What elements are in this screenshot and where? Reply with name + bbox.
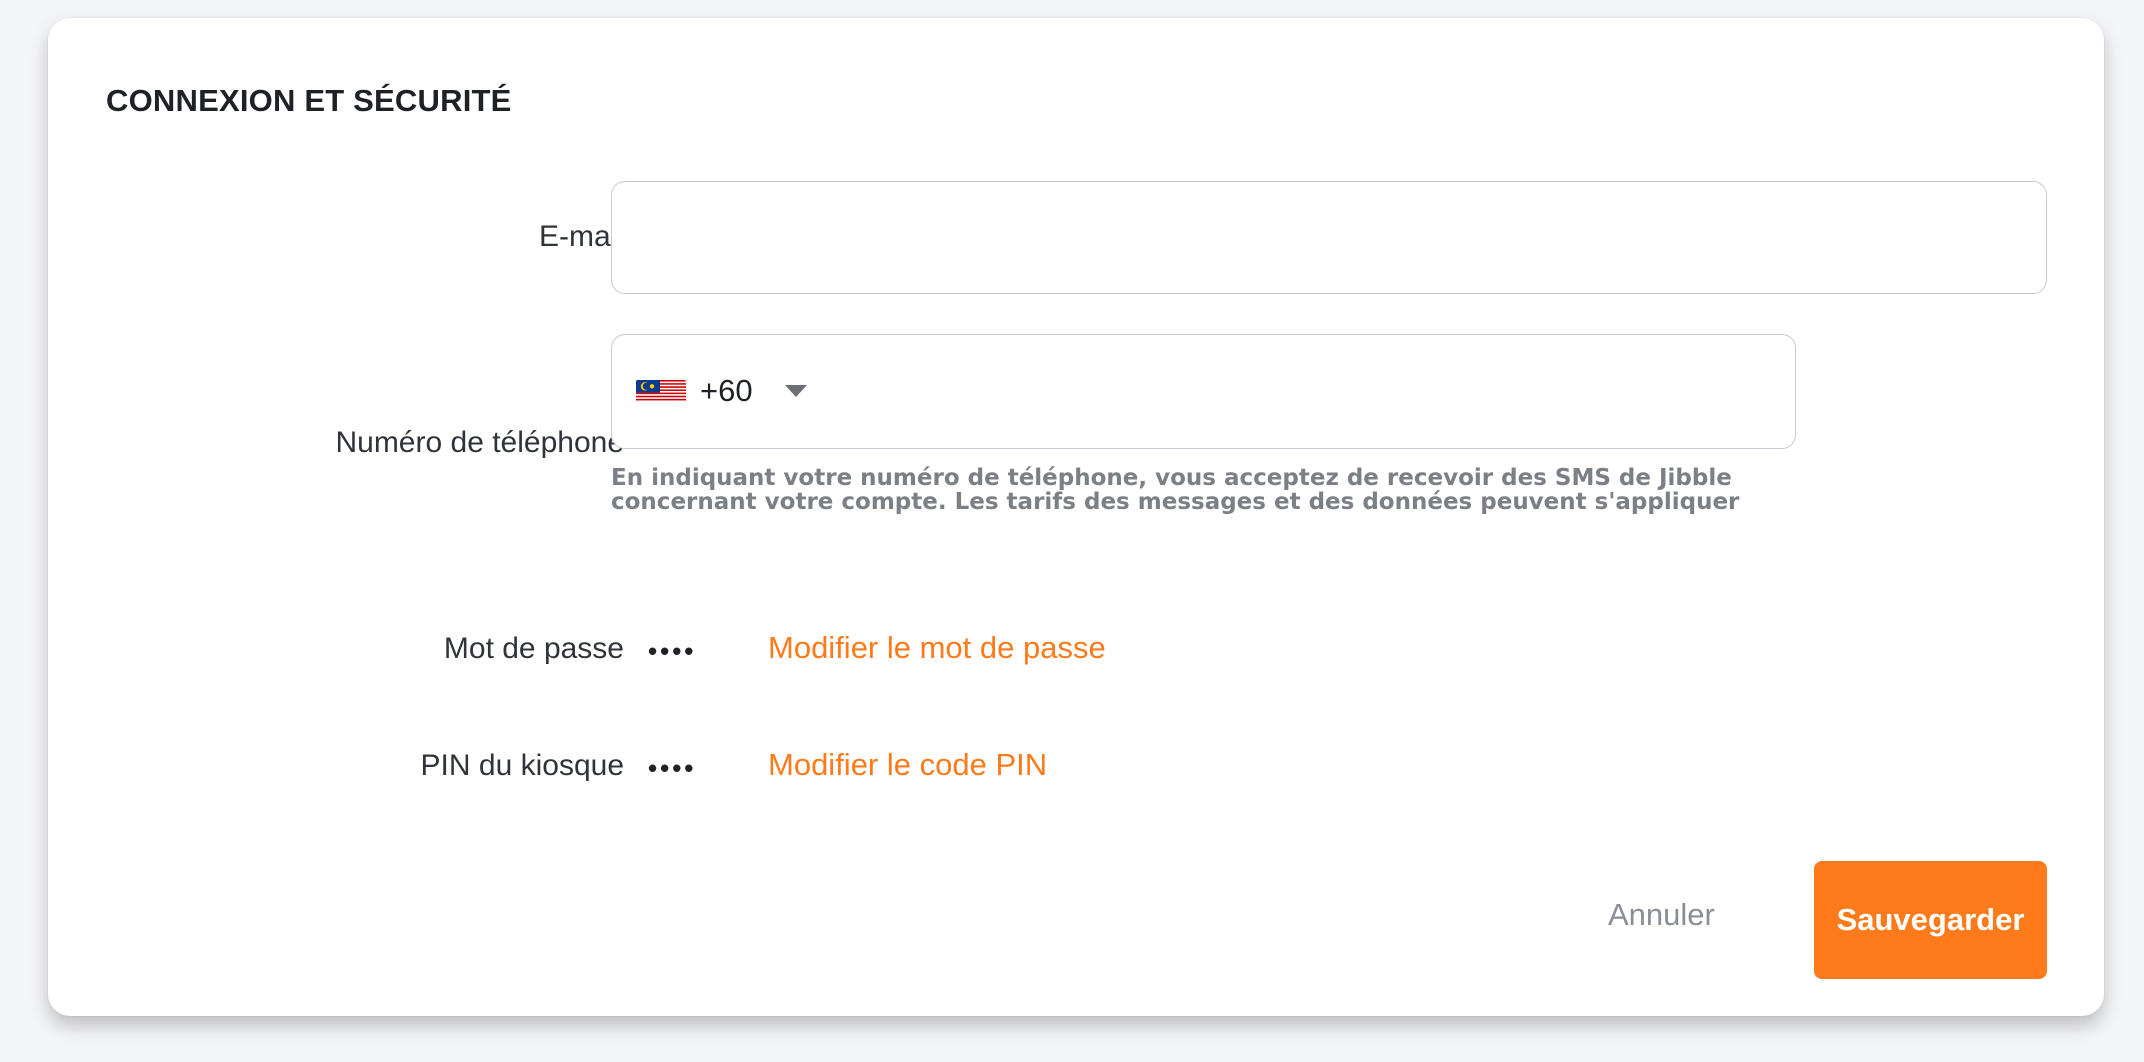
change-pin-link[interactable]: Modifier le code PIN bbox=[768, 747, 1047, 783]
phone-number-input[interactable] bbox=[832, 361, 1756, 423]
email-input[interactable] bbox=[611, 181, 2047, 294]
kiosk-pin-label: PIN du kiosque bbox=[420, 749, 624, 782]
malaysia-flag-icon bbox=[636, 380, 686, 402]
connection-security-card: CONNEXION ET SÉCURITÉ E-mail Numéro de t… bbox=[48, 18, 2104, 1016]
phone-label: Numéro de téléphone bbox=[335, 426, 624, 459]
phone-hint-text: En indiquant votre numéro de téléphone, … bbox=[611, 465, 1740, 515]
chevron-down-icon bbox=[784, 385, 807, 397]
dial-code: +60 bbox=[700, 373, 753, 408]
save-button[interactable]: Sauvegarder bbox=[1814, 861, 2047, 979]
section-title: CONNEXION ET SÉCURITÉ bbox=[106, 83, 512, 118]
password-masked-value: •••• bbox=[648, 636, 697, 666]
password-label: Mot de passe bbox=[443, 632, 624, 665]
cancel-button[interactable]: Annuler bbox=[1608, 890, 1715, 940]
phone-field[interactable]: +60 bbox=[611, 334, 1796, 449]
change-password-link[interactable]: Modifier le mot de passe bbox=[768, 630, 1106, 666]
pin-masked-value: •••• bbox=[648, 753, 697, 783]
country-code-dropdown[interactable]: +60 bbox=[636, 371, 807, 411]
